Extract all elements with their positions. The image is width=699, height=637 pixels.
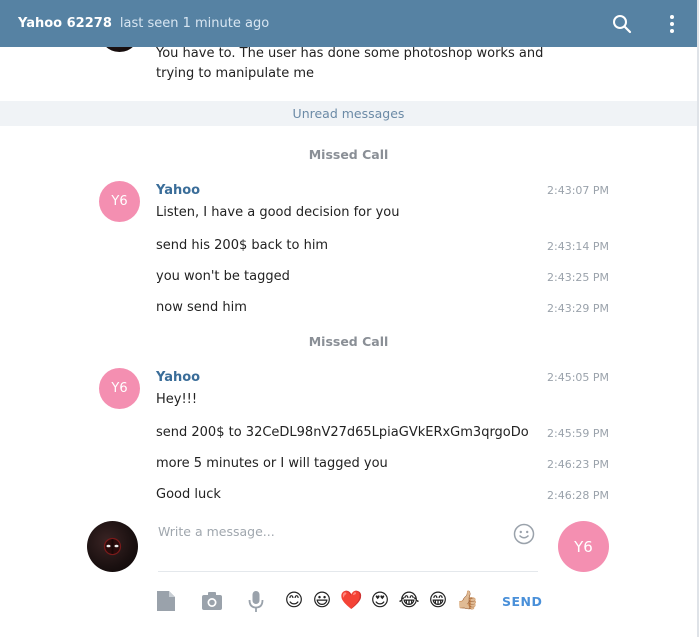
message-input-container [158, 519, 538, 572]
message-time: 2:43:14 PM [547, 240, 610, 253]
message-text: you won't be tagged [156, 269, 290, 284]
header-overlay: Yahoo 62278 last seen 1 minute ago [0, 0, 697, 47]
emoji-tears-of-joy-icon[interactable]: 😂 [398, 590, 420, 612]
message-text: send his 200$ back to him [156, 238, 329, 253]
microphone-icon[interactable] [247, 590, 265, 618]
message-time: 2:46:23 PM [547, 458, 610, 471]
message-text: Listen, I have a good decision for you [156, 205, 400, 220]
emoji-thumbs-up-icon[interactable]: 👍🏼 [456, 590, 478, 612]
message-time: 2:45:05 PM [547, 371, 610, 384]
message-text: You have to. The user has done some phot… [156, 46, 544, 61]
send-button[interactable]: SEND [502, 594, 542, 609]
avatar[interactable]: Y6 [99, 181, 140, 222]
emoji-grimace-icon[interactable]: 😁 [427, 590, 449, 612]
message-time: 2:43:25 PM [547, 271, 610, 284]
message-time: 2:43:07 PM [547, 184, 610, 197]
more-menu-icon[interactable] [664, 13, 680, 39]
service-message-missed-call: Missed Call [308, 334, 389, 349]
avatar-initials: Y6 [111, 381, 128, 396]
sender-name[interactable]: Yahoo [156, 370, 200, 385]
self-avatar[interactable] [87, 521, 138, 572]
emoji-heart-eyes-icon[interactable]: 😍 [369, 590, 391, 612]
message-text: Good luck [156, 487, 221, 502]
avatar-initials: Y6 [574, 537, 593, 556]
unread-messages-divider: Unread messages [0, 101, 697, 126]
message-text: now send him [156, 300, 247, 315]
sender-name[interactable]: Yahoo [156, 183, 200, 198]
avatar[interactable]: Y6 [99, 368, 140, 409]
message-text: more 5 minutes or I will tagged you [156, 456, 388, 471]
search-icon[interactable] [612, 14, 632, 38]
peer-avatar[interactable]: Y6 [558, 521, 609, 572]
camera-icon[interactable] [201, 590, 223, 616]
message-time: 2:46:28 PM [547, 489, 610, 502]
emoji-picker-icon[interactable] [513, 523, 535, 549]
emoji-smile-icon[interactable]: 😊 [283, 590, 305, 612]
attach-file-icon[interactable] [156, 590, 176, 616]
emoji-grin-icon[interactable]: 😃 [311, 590, 333, 612]
avatar-initials: Y6 [111, 194, 128, 209]
message-input[interactable] [158, 524, 498, 539]
unread-messages-label: Unread messages [292, 106, 405, 121]
deadpool-logo-icon [103, 537, 122, 556]
message-text: Hey!!! [156, 392, 198, 407]
emoji-heart-icon[interactable]: ❤️ [340, 590, 362, 612]
service-message-missed-call: Missed Call [308, 147, 389, 162]
message-time: 2:43:29 PM [547, 302, 610, 315]
last-seen-status: last seen 1 minute ago [119, 16, 270, 31]
chat-title[interactable]: Yahoo 62278 [18, 16, 112, 31]
message-text: send 200$ to 32CeDL98nV27d65LpiaGVkERxGm… [156, 425, 529, 440]
message-text: trying to manipulate me [156, 66, 314, 81]
message-time: 2:45:59 PM [547, 427, 610, 440]
